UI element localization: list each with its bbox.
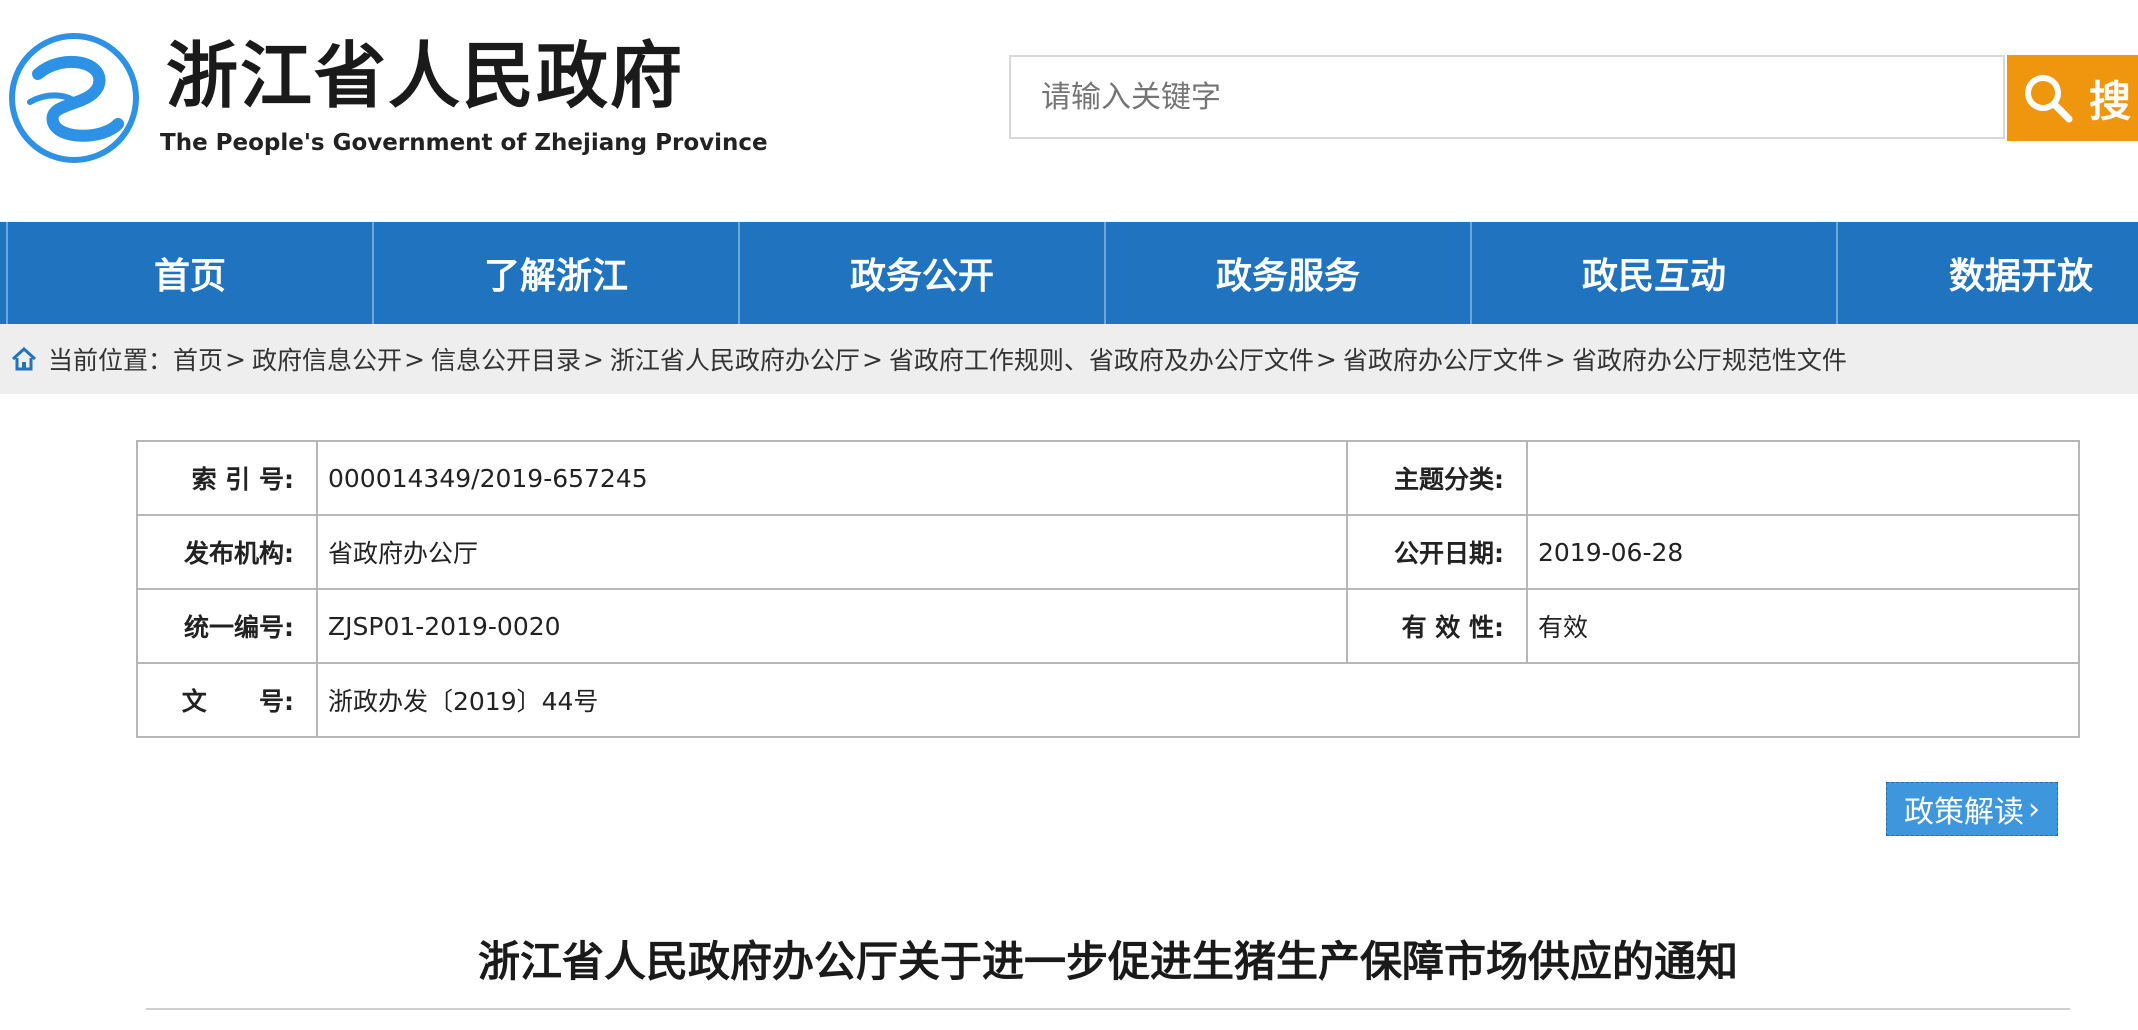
nav-item-about-zhejiang[interactable]: 了解浙江 (374, 222, 740, 324)
unified-code-label: 统一编号: (136, 588, 318, 664)
breadcrumb-item-catalog[interactable]: 信息公开目录 (431, 341, 581, 377)
breadcrumb-item-info-disclosure[interactable]: 政府信息公开 (252, 341, 402, 377)
topic-category-value (1526, 440, 2080, 516)
table-row: 发布机构: 省政府办公厅 公开日期: 2019-06-28 (136, 514, 2080, 590)
breadcrumb-item-office-documents[interactable]: 省政府办公厅文件 (1343, 341, 1543, 377)
breadcrumb-separator: > (582, 344, 604, 374)
index-number-label: 索 引 号: (136, 440, 318, 516)
document-number-label: 文 号: (136, 662, 318, 738)
home-icon (11, 346, 37, 371)
unified-code-value: ZJSP01-2019-0020 (316, 588, 1348, 664)
nav-lead-divider (0, 222, 8, 324)
chevron-right-icon: › (2028, 791, 2040, 827)
table-row: 索 引 号: 000014349/2019-657245 主题分类: (136, 440, 2080, 516)
breadcrumb-item-normative-documents[interactable]: 省政府办公厅规范性文件 (1572, 341, 1847, 377)
search-icon (2025, 75, 2073, 123)
publish-date-value: 2019-06-28 (1526, 514, 2080, 590)
site-header: 浙江省人民政府 The People's Government of Zheji… (0, 0, 2138, 222)
breadcrumb-separator: > (861, 344, 883, 374)
search-button-label: 搜 (2089, 76, 2132, 126)
site-title-cn[interactable]: 浙江省人民政府 (166, 40, 684, 112)
breadcrumb-item-work-rules[interactable]: 省政府工作规则、省政府及办公厅文件 (889, 341, 1314, 377)
breadcrumb-prefix: 当前位置： (48, 346, 174, 375)
breadcrumb-separator: > (404, 344, 425, 374)
index-number-value: 000014349/2019-657245 (316, 440, 1348, 516)
search-button[interactable]: 搜 (2007, 55, 2138, 141)
table-row: 统一编号: ZJSP01-2019-0020 有 效 性: 有效 (136, 588, 2080, 664)
nav-item-open-data[interactable]: 数据开放 (1838, 222, 2138, 324)
nav-item-interaction[interactable]: 政民互动 (1472, 222, 1838, 324)
site-title-en: The People's Government of Zhejiang Prov… (160, 130, 768, 156)
topic-category-label: 主题分类: (1346, 440, 1528, 516)
table-row: 文 号: 浙政办发〔2019〕44号 (136, 662, 2080, 738)
main-nav: 首页 了解浙江 政务公开 政务服务 政民互动 数据开放 (0, 222, 2138, 324)
policy-interpretation-button[interactable]: 政策解读 › (1886, 782, 2058, 836)
publisher-value: 省政府办公厅 (316, 514, 1348, 590)
title-divider (146, 1008, 2070, 1010)
breadcrumb: 当前位置： 首页 > 政府信息公开 > 信息公开目录 > 浙江省人民政府办公厅 > 省政… (0, 324, 2138, 394)
breadcrumb-item-general-office[interactable]: 浙江省人民政府办公厅 (610, 341, 860, 377)
breadcrumb-separator: > (1544, 344, 1566, 374)
breadcrumb-separator: > (1315, 344, 1337, 374)
zhejiang-logo-icon[interactable] (8, 32, 140, 164)
breadcrumb-separator: > (225, 344, 246, 374)
document-title: 浙江省人民政府办公厅关于进一步促进生猪生产保障市场供应的通知 (477, 937, 1738, 986)
search-input[interactable] (1009, 55, 2005, 139)
nav-item-government-affairs[interactable]: 政务公开 (740, 222, 1106, 324)
breadcrumb-item-home[interactable]: 首页 (173, 341, 223, 377)
nav-item-home[interactable]: 首页 (8, 222, 374, 324)
validity-label: 有 效 性: (1346, 588, 1528, 664)
nav-item-government-services[interactable]: 政务服务 (1106, 222, 1472, 324)
publish-date-label: 公开日期: (1346, 514, 1528, 590)
policy-interpretation-label: 政策解读 (1904, 795, 2024, 830)
publisher-label: 发布机构: (136, 514, 318, 590)
validity-value: 有效 (1526, 588, 2080, 664)
document-info-table: 索 引 号: 000014349/2019-657245 主题分类: 发布机构:… (136, 440, 2080, 738)
document-number-value: 浙政办发〔2019〕44号 (316, 662, 2080, 738)
